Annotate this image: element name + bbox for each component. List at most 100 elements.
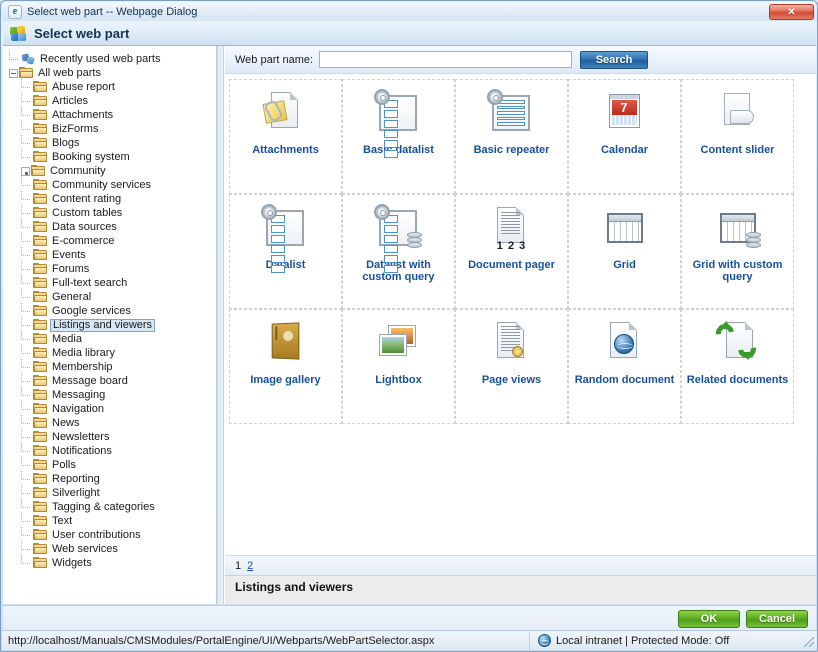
sidebar-item-custom-tables[interactable]: Custom tables [7,204,216,220]
sidebar-item-news[interactable]: News [7,414,216,430]
folder-icon [33,179,48,191]
webpart-tile-content-slider[interactable]: Content slider [681,79,794,194]
search-button[interactable]: Search [580,50,649,69]
folder-icon [33,319,48,331]
sidebar-item-text[interactable]: Text [7,512,216,528]
folder-icon [33,417,48,429]
webpart-tile-lightbox[interactable]: Lightbox [342,309,455,424]
database-overlay-icon [745,232,761,250]
sidebar-item-general[interactable]: General [7,288,216,304]
webpart-tile-basic-datalist[interactable]: Basic datalist [342,79,455,194]
tree-connector-icon [21,176,32,191]
webpart-tile-basic-repeater[interactable]: Basic repeater [455,79,568,194]
webpart-tile-attachments[interactable]: Attachments [229,79,342,194]
category-bar: Listings and viewers [225,575,816,597]
sidebar-item-label: General [52,290,92,303]
webpart-tile-page-views[interactable]: Page views [455,309,568,424]
gear-overlay-icon [373,204,390,220]
sidebar-item-blogs[interactable]: Blogs [7,134,216,150]
webpart-tile-grid[interactable]: Grid [568,194,681,309]
sidebar-item-listings-and-viewers[interactable]: Listings and viewers [7,316,216,332]
sidebar-item-label: Silverlight [52,486,100,499]
tree-expand-icon[interactable] [21,166,30,176]
basic-repeater-icon [486,89,536,138]
folder-icon [31,165,46,177]
sidebar-item-all-web-parts[interactable]: All web parts [7,66,216,80]
webpart-tile-calendar[interactable]: 7 Calendar [568,79,681,194]
sidebar-item-data-sources[interactable]: Data sources [7,218,216,234]
sidebar-item-recently-used-web-parts[interactable]: Recently used web parts [7,50,216,66]
search-input[interactable] [319,51,573,68]
webpart-tile-related-documents[interactable]: Related documents [681,309,794,424]
sidebar-item-events[interactable]: Events [7,246,216,262]
sidebar-item-e-commerce[interactable]: E-commerce [7,232,216,248]
tree-connector-icon [21,400,32,415]
sidebar-item-messaging[interactable]: Messaging [7,386,216,402]
sidebar-item-label: Full-text search [52,276,128,289]
folder-icon [33,263,48,275]
sidebar-item-message-board[interactable]: Message board [7,372,216,388]
webpart-tile-label: Grid [613,259,636,271]
sidebar-item-navigation[interactable]: Navigation [7,400,216,416]
sidebar-item-polls[interactable]: Polls [7,456,216,472]
sidebar-item-full-text-search[interactable]: Full-text search [7,274,216,290]
sidebar-tree[interactable]: Recently used web parts All web parts Abus… [3,46,217,604]
sidebar-item-reporting[interactable]: Reporting [7,470,216,486]
sidebar-item-articles[interactable]: Articles [7,92,216,108]
webpart-tile-grid-with-custom-query[interactable]: Grid with custom query [681,194,794,309]
sidebar-item-label: Media library [52,346,115,359]
close-icon[interactable]: ✕ [769,4,814,20]
sidebar-item-abuse-report[interactable]: Abuse report [7,78,216,94]
window-title: Select web part -- Webpage Dialog [27,5,198,18]
resize-grip[interactable] [804,637,814,647]
database-overlay-icon [406,232,422,250]
webpart-tile-datalist-with-custom-query[interactable]: Datalist with custom query [342,194,455,309]
dialog-window: e Select web part -- Webpage Dialog ✕ Se… [0,0,818,652]
tree-collapse-icon[interactable] [9,68,18,78]
sidebar-item-content-rating[interactable]: Content rating [7,190,216,206]
splitter-handle[interactable] [217,46,224,604]
sidebar-item-label: Reporting [52,472,100,485]
page-number-next[interactable]: 2 [247,560,253,572]
sidebar-item-attachments[interactable]: Attachments [7,106,216,122]
ok-button[interactable]: OK [678,610,740,628]
sidebar-item-notifications[interactable]: Notifications [7,442,216,458]
sidebar-item-community[interactable]: Community [7,164,216,178]
folder-icon [33,557,48,569]
sidebar-item-label: Content rating [52,192,122,205]
folder-icon [33,109,48,121]
sidebar-item-widgets[interactable]: Widgets [7,554,216,570]
sidebar-item-booking-system[interactable]: Booking system [7,148,216,164]
tree-connector-icon [21,92,32,107]
webpart-tile-label: Page views [481,374,542,386]
webpart-tile-random-document[interactable]: Random document [568,309,681,424]
cancel-button[interactable]: Cancel [746,610,808,628]
tree-connector-icon [21,470,32,485]
sidebar-item-google-services[interactable]: Google services [7,302,216,318]
webpart-grid-row: Image gallery Lightbox Page views Random do… [229,309,816,424]
sidebar-item-membership[interactable]: Membership [7,358,216,374]
tree-connector-icon [21,204,32,219]
sidebar-item-user-contributions[interactable]: User contributions [7,526,216,542]
sidebar-item-silverlight[interactable]: Silverlight [7,484,216,500]
sidebar-item-label: Widgets [52,556,92,569]
folder-icon [33,431,48,443]
tree-root: Recently used web parts All web parts Abus… [3,46,216,570]
sidebar-item-bizforms[interactable]: BizForms [7,120,216,136]
sidebar-item-media[interactable]: Media [7,330,216,346]
sidebar-item-media-library[interactable]: Media library [7,344,216,360]
webpart-tile-image-gallery[interactable]: Image gallery [229,309,342,424]
sidebar-item-label: Membership [52,360,113,373]
sidebar-item-web-services[interactable]: Web services [7,540,216,556]
tree-connector-icon [21,78,32,93]
webpart-tile-document-pager[interactable]: 1 2 3 Document pager [455,194,568,309]
sidebar-item-newsletters[interactable]: Newsletters [7,428,216,444]
sidebar-item-community-services[interactable]: Community services [7,176,216,192]
folder-icon [33,389,48,401]
dialog-header: Select web part [3,22,816,46]
sidebar-item-forums[interactable]: Forums [7,260,216,276]
tree-connector-icon [21,428,32,443]
tree-connector-icon [21,330,32,345]
webpart-tile-datalist[interactable]: Datalist [229,194,342,309]
sidebar-item-tagging-categories[interactable]: Tagging & categories [7,498,216,514]
